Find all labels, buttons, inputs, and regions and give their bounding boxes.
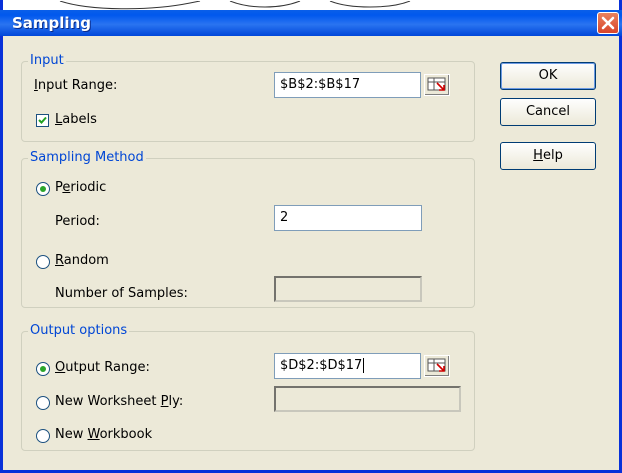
input-range-label: Input Range:: [34, 78, 118, 93]
checkmark-icon: [38, 116, 47, 124]
random-radio-label: Random: [55, 253, 109, 268]
cancel-button[interactable]: Cancel: [500, 98, 596, 126]
period-label: Period:: [55, 214, 100, 229]
dialog-body: Input Input Range: $B$2:$B$17 Labels Sam…: [3, 36, 619, 470]
sampling-method-legend: Sampling Method: [28, 150, 146, 165]
input-range-select-button[interactable]: [424, 74, 450, 96]
new-worksheet-ply-field[interactable]: [274, 386, 461, 412]
close-icon: [601, 16, 615, 30]
range-select-icon: [427, 358, 446, 372]
number-of-samples-label: Number of Samples:: [55, 286, 188, 301]
ok-button[interactable]: OK: [500, 62, 596, 90]
selected-dot: [40, 186, 46, 192]
input-range-field[interactable]: $B$2:$B$17: [274, 72, 421, 98]
output-options-legend: Output options: [28, 323, 130, 338]
input-group-legend: Input: [28, 53, 66, 68]
output-range-radio[interactable]: [36, 362, 50, 376]
help-button[interactable]: Help: [500, 142, 596, 170]
random-radio[interactable]: [36, 255, 50, 269]
new-worksheet-ply-radio[interactable]: [36, 396, 50, 410]
selected-dot: [40, 366, 46, 372]
labels-checkbox-label: Labels: [55, 112, 97, 127]
new-workbook-label: New Workbook: [55, 427, 153, 442]
new-workbook-radio[interactable]: [36, 429, 50, 443]
period-field[interactable]: 2: [274, 205, 422, 231]
new-worksheet-ply-label: New Worksheet Ply:: [55, 394, 184, 409]
output-range-radio-label: Output Range:: [55, 360, 150, 375]
labels-checkbox[interactable]: [36, 114, 49, 127]
output-range-select-button[interactable]: [424, 355, 450, 377]
dialog-title: Sampling: [12, 14, 91, 32]
output-range-field[interactable]: $D$2:$D$17: [274, 353, 421, 379]
periodic-radio[interactable]: [36, 182, 50, 196]
close-button[interactable]: [597, 12, 619, 34]
text-caret: [363, 358, 365, 373]
range-select-icon: [427, 77, 446, 91]
title-bar[interactable]: Sampling: [0, 10, 622, 36]
periodic-radio-label: Periodic: [55, 180, 107, 195]
number-of-samples-field[interactable]: [274, 276, 422, 302]
